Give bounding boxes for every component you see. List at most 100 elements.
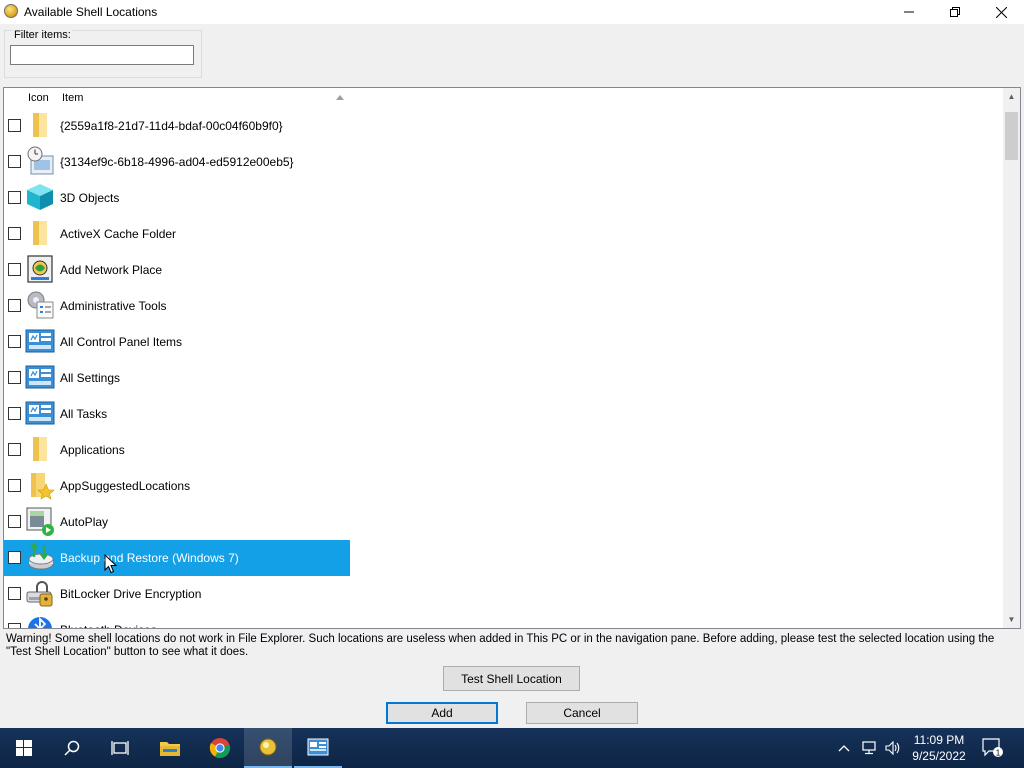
- column-header-icon[interactable]: Icon: [28, 92, 49, 104]
- search-button[interactable]: [48, 728, 96, 768]
- list-item-checkbox[interactable]: [8, 443, 21, 456]
- list-item-checkbox[interactable]: [8, 119, 21, 132]
- list-item-checkbox[interactable]: [8, 551, 21, 564]
- list-item-checkbox[interactable]: [8, 299, 21, 312]
- backup-restore-icon: [25, 542, 55, 572]
- list-item-checkbox[interactable]: [8, 407, 21, 420]
- list-item[interactable]: BitLocker Drive Encryption: [4, 576, 350, 612]
- list-item-checkbox[interactable]: [8, 371, 21, 384]
- filter-label: Filter items:: [13, 29, 72, 41]
- cube-icon: [25, 182, 55, 212]
- list-item-label: AppSuggestedLocations: [60, 479, 191, 493]
- control-panel-icon: [25, 398, 55, 428]
- window-title: Available Shell Locations: [24, 5, 158, 19]
- file-explorer-button[interactable]: [146, 728, 194, 768]
- folder-icon: [25, 434, 55, 464]
- list-item[interactable]: AutoPlay: [4, 504, 350, 540]
- taskbar: 11:09 PM 9/25/2022 1: [0, 728, 1024, 768]
- speaker-icon: [885, 741, 900, 755]
- mouse-cursor-icon: [104, 554, 118, 574]
- vertical-scrollbar[interactable]: ▲ ▼: [1003, 88, 1020, 628]
- list-item-label: Add Network Place: [60, 263, 163, 277]
- list-item-checkbox[interactable]: [8, 587, 21, 600]
- list-item[interactable]: {2559a1f8-21d7-11d4-bdaf-00c04f60b9f0}: [4, 108, 350, 144]
- winaero-tweaker-button[interactable]: [244, 728, 292, 768]
- close-icon: [995, 6, 1007, 18]
- list-item[interactable]: All Tasks: [4, 396, 350, 432]
- bitlocker-icon: [25, 578, 55, 608]
- list-item-checkbox[interactable]: [8, 479, 21, 492]
- task-view-button[interactable]: [96, 728, 144, 768]
- list-item-label: BitLocker Drive Encryption: [60, 587, 202, 601]
- list-item-checkbox[interactable]: [8, 155, 21, 168]
- action-center-button[interactable]: 1: [982, 728, 1006, 768]
- restore-button[interactable]: [932, 0, 978, 24]
- control-panel-icon: [25, 362, 55, 392]
- restore-icon: [950, 7, 960, 17]
- chrome-button[interactable]: [196, 728, 244, 768]
- column-header-item[interactable]: Item: [62, 92, 83, 104]
- list-item-label: Administrative Tools: [60, 299, 167, 313]
- list-item-label: All Control Panel Items: [60, 335, 183, 349]
- folder-icon: [25, 218, 55, 248]
- autoplay-icon: [25, 506, 55, 536]
- list-item-label: AutoPlay: [60, 515, 109, 529]
- search-icon: [64, 740, 80, 756]
- start-icon: [16, 740, 32, 756]
- chevron-up-icon: [838, 745, 850, 752]
- scroll-thumb[interactable]: [1005, 112, 1018, 160]
- winaero-tweaker-icon: [259, 738, 277, 756]
- list-item-checkbox[interactable]: [8, 263, 21, 276]
- close-button[interactable]: [978, 0, 1024, 24]
- list-item-label: ActiveX Cache Folder: [60, 227, 177, 241]
- list-item[interactable]: Backup and Restore (Windows 7): [4, 540, 350, 576]
- list-item[interactable]: Applications: [4, 432, 350, 468]
- list-item[interactable]: Administrative Tools: [4, 288, 350, 324]
- network-icon: [862, 741, 876, 755]
- list-item[interactable]: 3D Objects: [4, 180, 350, 216]
- add-button[interactable]: Add: [386, 702, 498, 724]
- list-item-label: Applications: [60, 443, 125, 457]
- list-item-checkbox[interactable]: [8, 191, 21, 204]
- list-item[interactable]: Bluetooth Devices: [4, 612, 350, 628]
- clock-window-icon: [25, 146, 55, 176]
- clock-date: 9/25/2022: [912, 749, 966, 763]
- scroll-up-arrow-icon[interactable]: ▲: [1003, 88, 1020, 105]
- control-panel-taskbar-button[interactable]: [294, 728, 342, 768]
- network-status-button[interactable]: [862, 728, 880, 768]
- warning-text: Warning! Some shell locations do not wor…: [6, 633, 995, 658]
- list-item[interactable]: AppSuggestedLocations: [4, 468, 350, 504]
- control-panel-icon: [307, 738, 329, 756]
- cancel-button[interactable]: Cancel: [526, 702, 638, 724]
- title-bar[interactable]: Available Shell Locations: [0, 0, 1024, 24]
- scroll-down-arrow-icon[interactable]: ▼: [1003, 611, 1020, 628]
- list-item[interactable]: Add Network Place: [4, 252, 350, 288]
- chrome-icon: [209, 738, 230, 758]
- folder-icon: [25, 110, 55, 140]
- list-item-label: {2559a1f8-21d7-11d4-bdaf-00c04f60b9f0}: [60, 119, 283, 133]
- list-item-checkbox[interactable]: [8, 515, 21, 528]
- show-hidden-icons-button[interactable]: [838, 728, 854, 768]
- network-place-icon: [25, 254, 55, 284]
- list-item-checkbox[interactable]: [8, 623, 21, 628]
- taskbar-clock[interactable]: 11:09 PM 9/25/2022: [900, 732, 978, 764]
- folder-star-icon: [25, 470, 55, 500]
- list-item-label: All Settings: [60, 371, 121, 385]
- list-item[interactable]: {3134ef9c-6b18-4996-ad04-ed5912e00eb5}: [4, 144, 350, 180]
- list-item-checkbox[interactable]: [8, 227, 21, 240]
- list-item[interactable]: All Settings: [4, 360, 350, 396]
- volume-button[interactable]: [885, 728, 901, 768]
- shell-locations-list[interactable]: Icon Item {2559a1f8-21d7-11d4-bdaf-00c04…: [3, 87, 1021, 629]
- app-icon: [4, 4, 18, 18]
- sort-ascending-icon: [336, 95, 344, 100]
- list-item-checkbox[interactable]: [8, 335, 21, 348]
- list-item[interactable]: All Control Panel Items: [4, 324, 350, 360]
- filter-input[interactable]: [10, 45, 194, 65]
- test-shell-location-button[interactable]: Test Shell Location: [443, 666, 580, 691]
- clock-time: 11:09 PM: [913, 733, 965, 747]
- start-button[interactable]: [0, 728, 48, 768]
- task-view-icon: [111, 741, 129, 755]
- list-item[interactable]: ActiveX Cache Folder: [4, 216, 350, 252]
- minimize-button[interactable]: [886, 0, 932, 24]
- control-panel-icon: [25, 326, 55, 356]
